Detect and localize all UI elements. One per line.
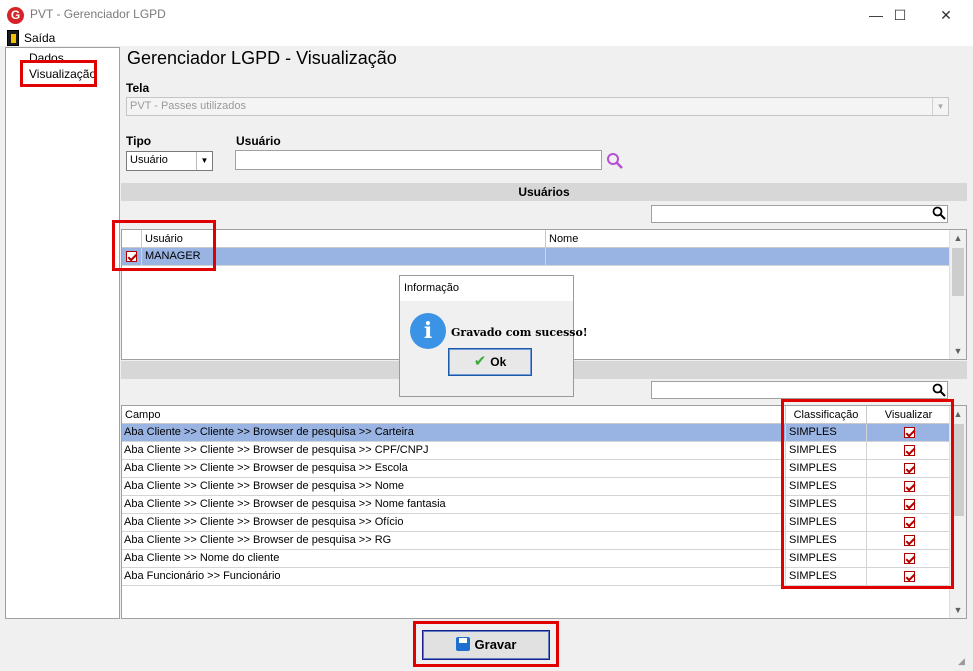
scroll-thumb[interactable]	[952, 248, 964, 296]
tela-select: PVT - Passes utilizados ▼	[126, 97, 949, 116]
search-icon[interactable]	[606, 152, 624, 170]
scroll-down-icon[interactable]: ▼	[950, 602, 966, 618]
cell-nome	[546, 248, 950, 265]
menu-item-exit[interactable]: Saída	[24, 31, 55, 45]
highlight-box	[781, 399, 954, 589]
col-header-campo[interactable]: Campo	[122, 406, 786, 424]
users-grid-header: Usuário Nome	[122, 230, 950, 248]
cell-campo: Aba Funcionário >> Funcionário	[122, 568, 786, 585]
tipo-select[interactable]: Usuário ▼	[126, 151, 213, 171]
usuario-input[interactable]	[235, 150, 602, 170]
search-icon[interactable]	[932, 206, 946, 220]
tela-select-value: PVT - Passes utilizados	[130, 100, 246, 112]
cell-campo: Aba Cliente >> Cliente >> Browser de pes…	[122, 532, 786, 549]
close-button[interactable]: ✕	[923, 0, 969, 30]
cell-campo: Aba Cliente >> Cliente >> Browser de pes…	[122, 424, 786, 441]
col-header-nome[interactable]: Nome	[546, 230, 950, 248]
dialog-title: Informação	[400, 276, 573, 301]
users-section-header: Usuários	[121, 183, 967, 201]
info-dialog: Informação i Gravado com sucesso! ✔ Ok	[399, 275, 588, 397]
info-icon: i	[410, 313, 446, 349]
fields-search-input[interactable]	[651, 381, 948, 399]
users-scrollbar[interactable]: ▲ ▼	[949, 230, 966, 359]
users-search-input[interactable]	[651, 205, 948, 223]
cell-campo: Aba Cliente >> Cliente >> Browser de pes…	[122, 442, 786, 459]
exit-door-icon[interactable]	[7, 30, 19, 46]
highlight-box	[112, 220, 216, 271]
cell-campo: Aba Cliente >> Cliente >> Browser de pes…	[122, 514, 786, 531]
dialog-message: Gravado com sucesso!	[451, 326, 588, 339]
cell-campo: Aba Cliente >> Nome do cliente	[122, 550, 786, 567]
page-title: Gerenciador LGPD - Visualização	[127, 48, 397, 68]
ok-button[interactable]: ✔ Ok	[448, 348, 532, 376]
scroll-up-icon[interactable]: ▲	[950, 230, 966, 246]
scroll-down-icon[interactable]: ▼	[950, 343, 966, 359]
usuario-label: Usuário	[236, 134, 281, 148]
side-nav	[5, 47, 120, 619]
resize-grip-icon[interactable]: ◢	[958, 656, 970, 668]
highlight-box	[20, 60, 97, 87]
cell-campo: Aba Cliente >> Cliente >> Browser de pes…	[122, 496, 786, 513]
menu-bar	[0, 30, 973, 46]
chevron-down-icon: ▼	[932, 98, 948, 115]
chevron-down-icon[interactable]: ▼	[196, 152, 212, 170]
table-row[interactable]: MANAGER	[122, 248, 950, 266]
cell-campo: Aba Cliente >> Cliente >> Browser de pes…	[122, 478, 786, 495]
tela-label: Tela	[126, 81, 150, 95]
app-logo-icon: G	[7, 7, 24, 24]
window-title: PVT - Gerenciador LGPD	[30, 7, 166, 21]
tipo-select-value: Usuário	[130, 154, 168, 166]
checkmark-icon: ✔	[473, 353, 487, 370]
tipo-label: Tipo	[126, 134, 152, 148]
maximize-button[interactable]: ☐	[877, 0, 923, 30]
highlight-box	[413, 621, 559, 667]
cell-campo: Aba Cliente >> Cliente >> Browser de pes…	[122, 460, 786, 477]
search-icon[interactable]	[932, 383, 946, 397]
ok-button-label: Ok	[490, 355, 507, 369]
